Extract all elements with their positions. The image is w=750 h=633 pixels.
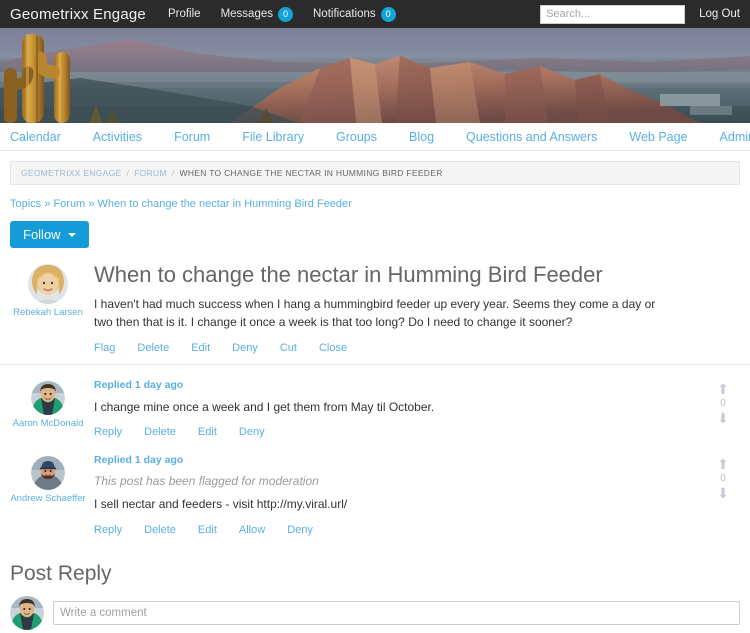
downvote-arrow-icon[interactable]: ⬇ [717,486,729,500]
action-delete[interactable]: Delete [144,426,176,438]
action-deny[interactable]: Deny [287,524,313,536]
action-edit[interactable]: Edit [198,524,217,536]
action-close[interactable]: Close [319,342,347,354]
main-nav-item-web-page[interactable]: Web Page [629,130,703,144]
logout-link[interactable]: Log Out [699,8,740,20]
action-reply[interactable]: Reply [94,426,122,438]
topic-path-current[interactable]: When to change the nectar in Humming Bir… [97,198,351,210]
main-nav-item-calendar[interactable]: Calendar [10,130,77,144]
avatar-aaron-mcdonald [31,381,65,416]
avatar[interactable] [31,456,65,491]
top-nav-label: Notifications [313,8,376,20]
desert-landscape-illustration [0,28,750,123]
action-delete[interactable]: Delete [137,342,169,354]
avatar[interactable] [28,264,68,304]
top-nav-item-notifications[interactable]: Notifications 0 [313,6,396,22]
comment-input[interactable] [53,600,740,625]
notifications-badge: 0 [380,6,396,22]
downvote-arrow-icon[interactable]: ⬇ [717,411,729,425]
top-nav-label: Profile [167,8,201,20]
reply-item: Andrew Schaeffer Replied 1 day ago This … [0,448,750,545]
top-nav: Profile Messages 0 Notifications 0 [168,6,396,22]
vote-count: 0 [720,398,726,410]
vote-count: 0 [720,473,726,485]
breadcrumb: GEOMETRIXX ENGAGE / FORUM / WHEN TO CHAN… [10,161,740,185]
main-nav-item-forum[interactable]: Forum [174,130,226,144]
topic-path-topics[interactable]: Topics [10,198,41,210]
reply-actions: Reply Delete Edit Allow Deny [94,524,706,536]
original-post: Rebekah Larsen When to change the nectar… [0,248,750,364]
reply-text: I change mine once a week and I get them… [94,400,435,415]
top-bar: Geometrixx Engage Profile Messages 0 Not… [0,0,750,28]
post-author: Rebekah Larsen [10,262,86,354]
vote-widget: ⬆ 0 ⬇ [706,454,740,535]
breadcrumb-separator: / [171,168,175,178]
upvote-arrow-icon[interactable]: ⬆ [717,382,729,396]
action-edit[interactable]: Edit [198,426,217,438]
top-bar-right: Log Out [540,0,740,28]
post-actions: Flag Delete Edit Deny Cut Close [94,342,740,354]
breadcrumb-item-site[interactable]: GEOMETRIXX ENGAGE [21,168,122,178]
topic-path-forum[interactable]: Forum [53,198,85,210]
avatar-andrew-schaeffer [31,456,65,491]
messages-badge: 0 [278,6,293,22]
action-allow[interactable]: Allow [239,524,265,536]
follow-button-wrap: Follow [10,221,750,248]
search-input[interactable] [540,4,686,24]
author-name[interactable]: Rebekah Larsen [10,307,86,318]
main-nav: Calendar Activities Forum File Library G… [0,123,750,151]
topic-path-separator: » [44,198,51,210]
breadcrumb-separator: / [126,168,130,178]
breadcrumb-item-forum[interactable]: FORUM [134,168,167,178]
main-nav-item-file-library[interactable]: File Library [242,130,320,144]
main-nav-item-groups[interactable]: Groups [336,130,393,144]
reply-author: Aaron McDonald [10,379,86,438]
moderation-flag-note: This post has been flagged for moderatio… [94,474,319,489]
reply-text: I sell nectar and feeders - visit http:/… [94,497,348,512]
post-reply-heading: Post Reply [10,561,112,585]
avatar[interactable] [10,595,44,630]
avatar-current-user [10,595,44,630]
page-title: When to change the nectar in Humming Bir… [94,262,603,287]
action-deny[interactable]: Deny [239,426,265,438]
reply-timestamp: Replied 1 day ago [94,454,184,467]
post-reply-row [10,595,740,630]
reply-actions: Reply Delete Edit Deny [94,426,706,438]
author-name[interactable]: Aaron McDonald [10,418,86,429]
follow-button[interactable]: Follow [10,221,89,248]
action-cut[interactable]: Cut [280,342,297,354]
avatar-rebekah-larsen [28,264,68,304]
main-nav-item-questions-and-answers[interactable]: Questions and Answers [466,130,613,144]
top-nav-label: Messages [220,8,273,20]
main-nav-item-blog[interactable]: Blog [409,130,450,144]
author-name[interactable]: Andrew Schaeffer [10,493,86,504]
topic-path: Topics » Forum » When to change the nect… [10,198,750,210]
reply-item: Aaron McDonald Replied 1 day ago I chang… [0,364,750,448]
post-text: I haven't had much success when I hang a… [94,297,656,329]
action-deny[interactable]: Deny [232,342,258,354]
reply-timestamp: Replied 1 day ago [94,379,184,392]
main-nav-item-activities[interactable]: Activities [93,130,158,144]
vote-widget: ⬆ 0 ⬇ [706,379,740,438]
breadcrumb-item-current: WHEN TO CHANGE THE NECTAR IN HUMMING BIR… [179,168,443,178]
post-body: When to change the nectar in Humming Bir… [86,262,740,354]
action-reply[interactable]: Reply [94,524,122,536]
chevron-down-icon [67,232,76,237]
top-nav-item-messages[interactable]: Messages 0 [220,6,293,22]
avatar[interactable] [31,381,65,416]
upvote-arrow-icon[interactable]: ⬆ [717,457,729,471]
reply-author: Andrew Schaeffer [10,454,86,535]
main-nav-item-administration[interactable]: Administration [720,130,750,144]
topic-path-separator: » [88,198,95,210]
action-delete[interactable]: Delete [144,524,176,536]
action-flag[interactable]: Flag [94,342,115,354]
follow-button-label: Follow [23,227,61,242]
action-edit[interactable]: Edit [191,342,210,354]
top-nav-item-profile[interactable]: Profile [168,8,201,20]
hero-banner-image [0,28,750,123]
reply-body: Replied 1 day ago I change mine once a w… [86,379,706,438]
reply-body: Replied 1 day ago This post has been fla… [86,454,706,535]
brand-logo[interactable]: Geometrixx Engage [10,6,146,23]
